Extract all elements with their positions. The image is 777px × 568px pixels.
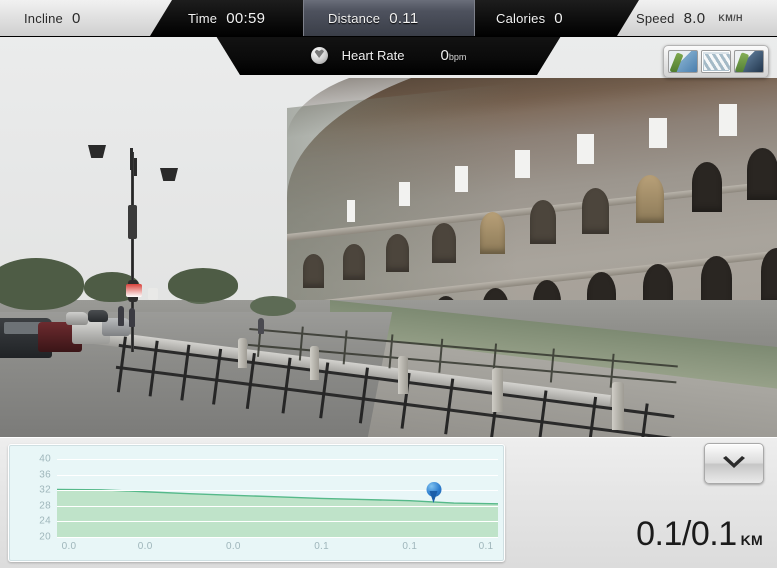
metric-distance[interactable]: Distance 0.11 [328,0,418,36]
chart-x-tick-label: 0.1 [314,541,329,552]
bollard [238,338,247,368]
metric-time-label: Time [188,10,218,26]
bollard [612,382,624,430]
bollard [398,356,408,394]
map-thumbnail-icon[interactable] [668,50,698,73]
metric-speed-unit: KM/H [718,13,743,23]
metric-time-value: 00:59 [226,9,266,27]
metric-speed[interactable]: Speed 8.0 KM/H [636,0,743,36]
chart-y-tick-label: 20 [39,531,51,543]
colosseum-arch [432,223,456,263]
heart-rate-value: 0 [440,47,449,64]
chart-gridline [57,505,498,507]
distance-readout: 0.1/0.1 KM [636,515,763,554]
colosseum-window [577,134,594,164]
colosseum-arch [692,162,722,212]
colosseum-arch [582,188,609,234]
metric-calories-value: 0 [554,9,563,27]
metrics-hud-bar: Incline 0 Time 00:59 Distance 0.11 Calor… [0,0,777,37]
chart-gridline [57,537,498,538]
chart-y-tick-label: 24 [39,515,51,527]
chart-x-tick-label: 0.0 [137,541,153,552]
metric-distance-label: Distance [328,10,381,26]
distance-readout-unit: KM [740,532,763,548]
heart-rate-bar[interactable]: Heart Rate 0 bpm [216,36,561,75]
colosseum-arch [636,175,664,223]
chart-x-tick-label: 0.1 [478,541,494,552]
metric-speed-label: Speed [636,10,675,26]
current-position-marker[interactable] [426,481,442,503]
colosseum-window [649,118,667,148]
colosseum-arch [761,248,777,304]
parked-car [66,312,88,325]
metric-speed-value: 8.0 [683,9,706,27]
chart-gridline [57,459,498,460]
lamp-pole-box [128,205,137,239]
bottom-panel: 40 36 32 28 24 20 0.0 0.0 0.0 0.1 0.1 0.1 0.1/0.1 K… [0,437,777,568]
chart-x-tick-label: 0.0 [225,541,241,552]
colosseum-window [455,166,468,192]
heart-rate-unit: bpm [448,52,467,62]
hedge [250,296,296,316]
metric-distance-value: 0.11 [389,9,419,27]
heart-icon [310,47,328,64]
chart-y-tick-label: 36 [39,469,51,481]
metric-incline[interactable]: Incline 0 [24,0,81,36]
chart-y-tick-label: 28 [39,500,51,512]
pedestrian [129,308,135,327]
chart-gridline [57,474,498,476]
marker-tip [429,490,438,503]
colosseum-window [515,150,530,178]
bollard [310,346,319,380]
parked-car [88,310,108,322]
bollard [492,368,503,412]
chart-gridline [57,521,498,523]
colosseum-window [719,104,737,136]
tree [0,258,84,310]
elevation-profile-chart[interactable]: 40 36 32 28 24 20 0.0 0.0 0.0 0.1 0.1 0.1 [8,444,505,562]
heart-rate-label: Heart Rate [341,48,405,63]
treadmill-virtual-run-screen: Incline 0 Time 00:59 Distance 0.11 Calor… [0,0,777,568]
chart-x-tick-label: 0.1 [402,541,418,552]
tree [168,268,238,302]
chart-y-tick-label: 40 [39,453,51,465]
colosseum-window [399,182,410,206]
chart-plot-area: 40 36 32 28 24 20 0.0 0.0 0.0 0.1 0.1 0.1 [39,454,498,552]
colosseum-arch [530,200,556,244]
street-sign [148,288,158,300]
collapse-panel-button[interactable] [704,443,764,484]
satellite-thumbnail-icon[interactable] [701,50,731,73]
pedestrian [258,318,264,334]
colosseum-arch [343,244,365,280]
metric-incline-label: Incline [24,10,63,26]
colosseum-window [347,200,355,222]
colosseum-arch [747,148,777,200]
chevron-down-icon [723,455,745,468]
chart-y-tick-label: 32 [39,484,51,496]
colosseum-arch [303,254,324,288]
metric-calories-label: Calories [496,10,546,26]
metric-calories[interactable]: Calories 0 [496,0,563,36]
pedestrian [118,306,124,326]
metric-time[interactable]: Time 00:59 [188,0,265,36]
colosseum-arch [480,212,505,254]
chart-x-tick-label: 0.0 [61,541,77,552]
view-mode-switcher[interactable] [663,45,769,78]
metric-incline-value: 0 [71,9,81,27]
street-sign [126,284,142,297]
colosseum-arch [386,234,409,272]
distance-readout-value: 0.1/0.1 [636,515,737,553]
hybrid-thumbnail-icon[interactable] [734,50,764,73]
